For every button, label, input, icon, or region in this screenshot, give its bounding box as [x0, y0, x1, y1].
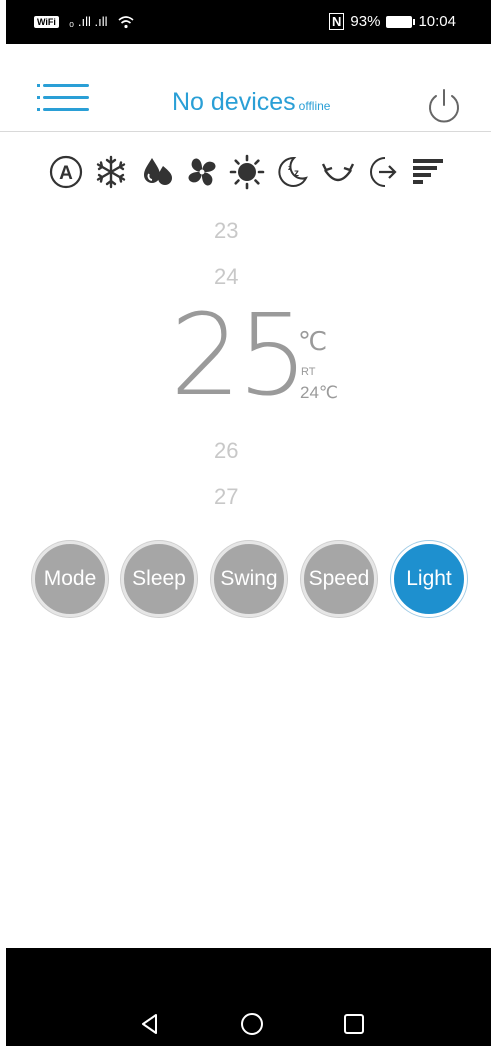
wifi-icon [118, 15, 134, 28]
temperature-unit: ℃ [298, 326, 328, 356]
room-temp-label: RT [301, 366, 316, 378]
system-nav-bar [6, 948, 491, 1046]
recents-button[interactable] [340, 1010, 368, 1038]
menu-line [43, 96, 89, 99]
current-temperature[interactable]: 25 [170, 300, 309, 412]
back-button[interactable] [136, 1010, 164, 1038]
status-right: N 93% 10:04 [329, 13, 456, 30]
menu-dot [37, 108, 40, 111]
app-header: No devices offline [0, 44, 491, 132]
device-title: No devices offline [172, 88, 330, 117]
menu-dot [37, 96, 40, 99]
menu-line [43, 108, 89, 111]
mode-button[interactable]: Mode [32, 541, 108, 617]
sleep-button[interactable]: Sleep [121, 541, 197, 617]
temp-option-label: 23 [214, 218, 239, 243]
status-bar: WiFi ₀ .ıll .ıll N 93% 10:04 [6, 0, 491, 44]
speed-button[interactable]: Speed [301, 541, 377, 617]
eco-icon[interactable] [364, 152, 402, 192]
device-name: No devices [172, 88, 296, 116]
svg-text:A: A [59, 163, 73, 184]
back-triangle-icon [142, 1014, 157, 1034]
mode-icon-row: A zz [47, 150, 447, 194]
status-left: WiFi ₀ .ıll .ıll [34, 14, 134, 29]
battery-icon [386, 15, 416, 28]
menu-button[interactable] [37, 84, 89, 120]
function-button-row: Mode Sleep Swing Speed Light [30, 541, 470, 617]
swing-button[interactable]: Swing [211, 541, 287, 617]
fan-speed-icon[interactable] [409, 152, 447, 192]
heat-sun-icon[interactable] [228, 152, 266, 192]
temp-option-label: 26 [214, 438, 239, 463]
svg-text:z: z [294, 168, 299, 179]
home-circle-icon [241, 1013, 263, 1035]
menu-line [43, 84, 89, 87]
light-button[interactable]: Light [391, 541, 467, 617]
temp-option-label: 27 [214, 484, 239, 509]
dry-drops-icon[interactable] [138, 152, 176, 192]
room-temp-value: 24℃ [300, 383, 339, 402]
power-icon [429, 89, 459, 123]
battery-percent: 93% [350, 13, 381, 30]
fan-icon[interactable] [183, 152, 221, 192]
swing-icon[interactable] [319, 152, 357, 192]
clock: 10:04 [418, 13, 456, 30]
svg-text:z: z [288, 165, 292, 172]
wifi-calling-badge: WiFi [34, 15, 59, 28]
power-button[interactable] [424, 86, 464, 126]
cool-snowflake-icon[interactable] [92, 152, 130, 192]
auto-mode-icon[interactable]: A [47, 152, 85, 192]
menu-icon [37, 84, 40, 87]
nfc-icon: N [329, 13, 345, 30]
sleep-moon-icon[interactable]: zz [273, 152, 311, 192]
temp-option-label: 24 [214, 264, 239, 289]
signal-icons: ₀ .ıll .ıll [68, 14, 108, 29]
recents-square-icon [344, 1014, 364, 1034]
home-button[interactable] [238, 1010, 266, 1038]
device-status: offline [298, 99, 331, 113]
